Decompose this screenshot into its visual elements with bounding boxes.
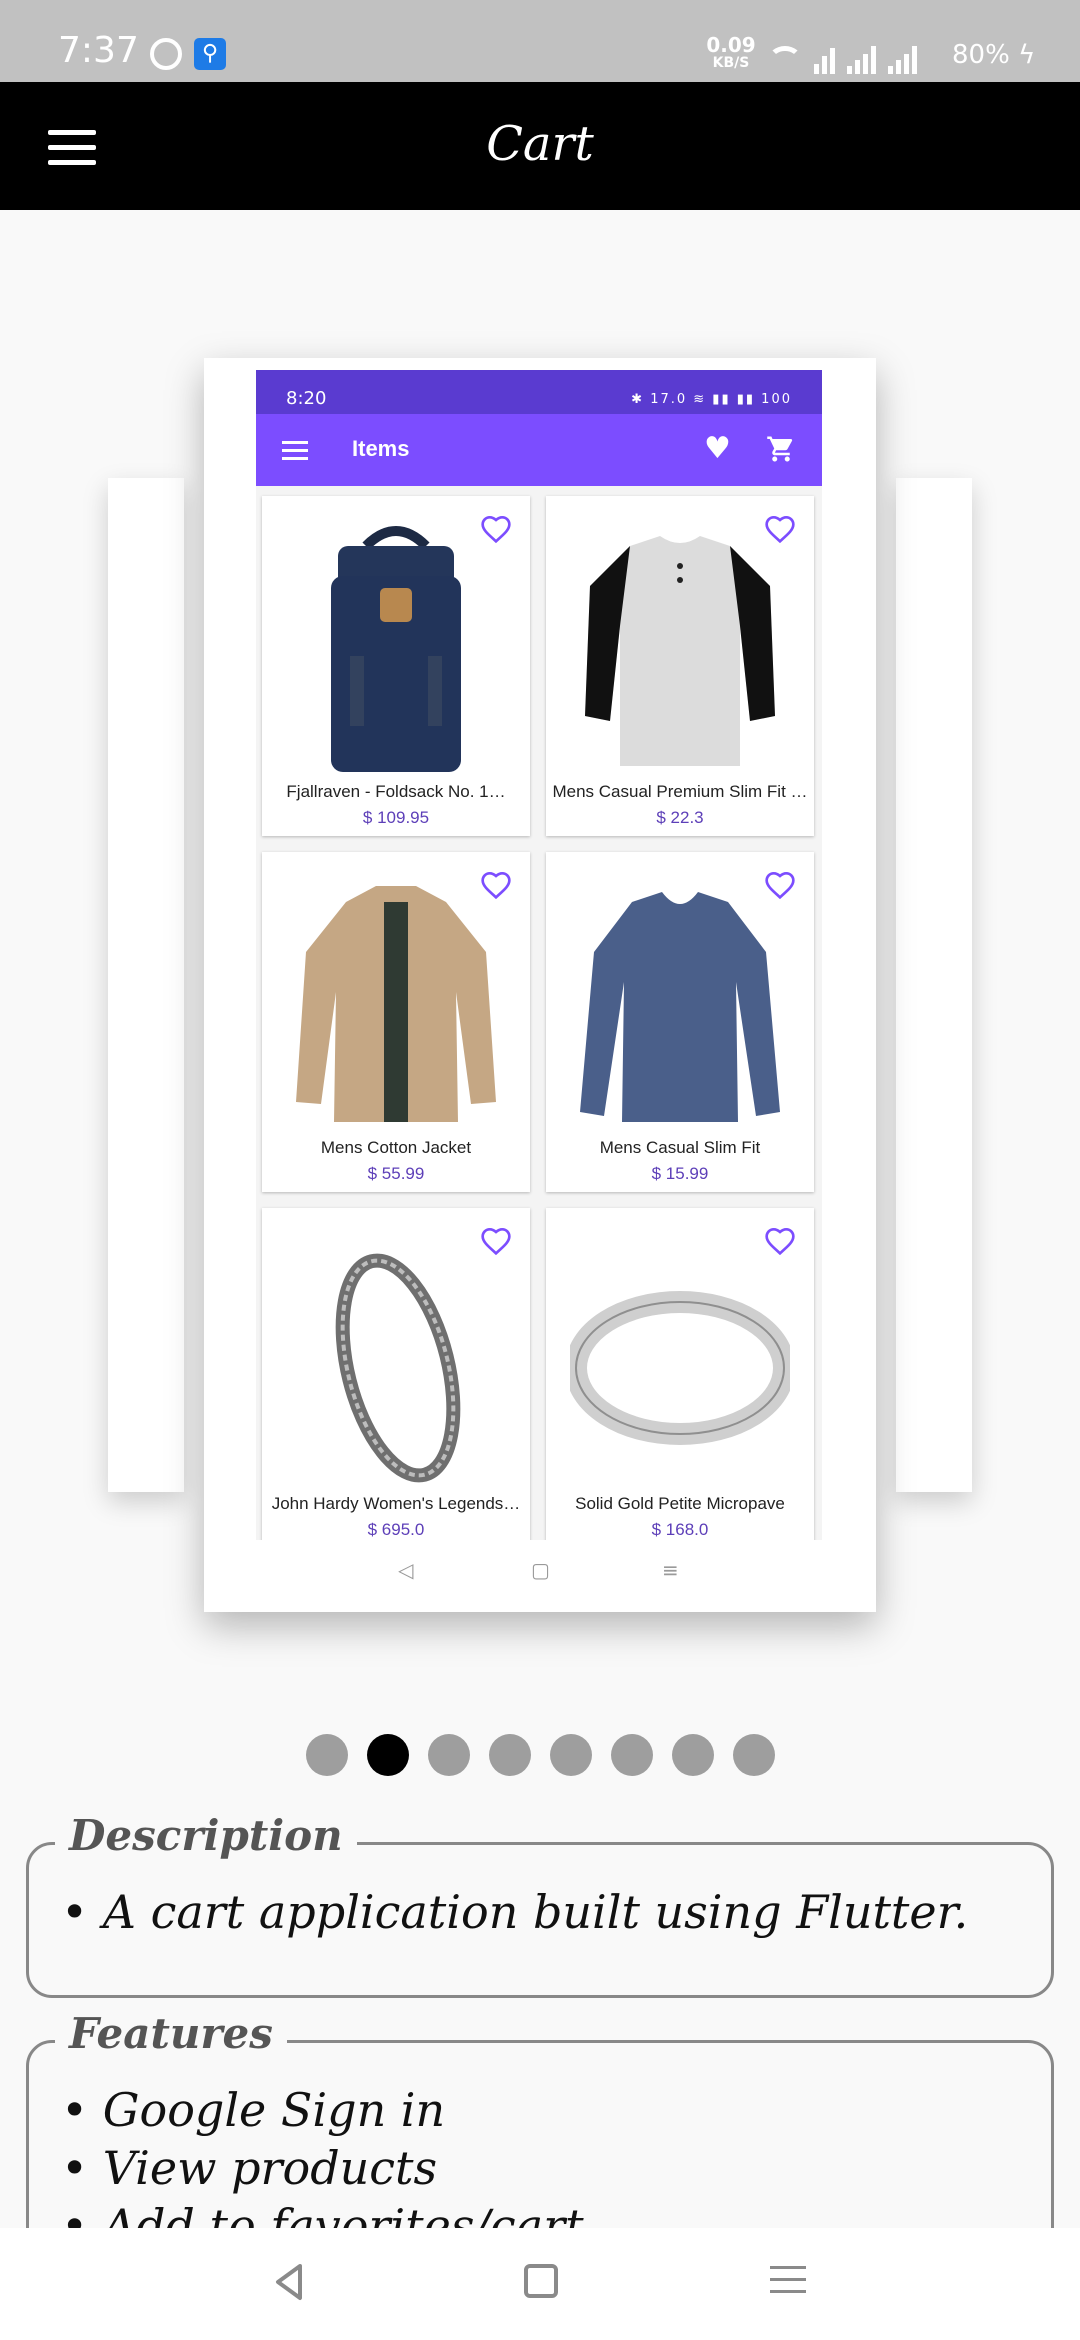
product-price: $ 168.0 xyxy=(651,1520,709,1539)
recents-icon[interactable] xyxy=(770,2266,806,2296)
product-name: Mens Cotton Jacket xyxy=(320,1138,472,1157)
product-name: John Hardy Women's Legends… xyxy=(271,1494,521,1513)
product-card[interactable]: Mens Casual Slim Fit $ 15.99 xyxy=(546,852,814,1192)
screenshot-home-icon: ▢ xyxy=(531,1558,550,1582)
product-name: Mens Casual Slim Fit xyxy=(599,1138,761,1157)
status-time: 7:37 xyxy=(58,30,139,71)
carousel-prev-card[interactable] xyxy=(108,478,184,1492)
screenshot-menu-nav-icon: ≡ xyxy=(662,1558,679,1582)
product-price: $ 22.3 xyxy=(656,808,704,827)
screenshot-status-icons: ✱ 17.0 ≋ ▮▮ ▮▮ 100 xyxy=(631,392,792,407)
product-price: $ 109.95 xyxy=(362,808,430,827)
page-title: Cart xyxy=(486,116,594,172)
carousel-current-card[interactable]: 8:20 ✱ 17.0 ≋ ▮▮ ▮▮ 100 Items ♥ Fjallrav… xyxy=(204,358,876,1612)
feature-line: • Google Sign in xyxy=(61,2083,446,2137)
wifi-icon xyxy=(768,46,802,74)
product-image-ring xyxy=(570,1291,790,1445)
product-card[interactable]: Mens Cotton Jacket $ 55.99 xyxy=(262,852,530,1192)
product-name: Solid Gold Petite Micropave xyxy=(575,1494,785,1513)
volte-icon xyxy=(814,44,835,74)
signal-icon-1 xyxy=(847,44,876,74)
status-icons xyxy=(768,38,948,74)
product-card[interactable]: Fjallraven - Foldsack No. 1… $ 109.95 xyxy=(262,496,530,836)
product-image-backpack xyxy=(331,526,461,772)
carousel-next-card[interactable] xyxy=(896,478,972,1492)
product-image-bracelet xyxy=(335,1253,461,1483)
screenshot-menu-icon xyxy=(282,441,308,461)
network-speed-value: 0.09 xyxy=(706,33,756,57)
status-bar: 7:37 ⚲ 0.09 KB/S 80% ϟ xyxy=(0,0,1080,82)
product-card[interactable]: John Hardy Women's Legends… $ 695.0 xyxy=(262,1208,530,1540)
battery-percent: 80% xyxy=(952,40,1010,70)
screenshot-cart-icon xyxy=(767,436,793,462)
signal-icon-2 xyxy=(888,44,917,74)
description-line: • A cart application built using Flutter… xyxy=(61,1885,969,1939)
screenshot-status-time: 8:20 xyxy=(286,388,327,409)
feature-line: • View products xyxy=(61,2141,438,2195)
app-bar: Cart xyxy=(0,82,1080,210)
product-price: $ 15.99 xyxy=(651,1164,709,1183)
system-nav-bar xyxy=(0,2228,1080,2340)
screenshot-favorites-icon: ♥ xyxy=(704,431,731,466)
music-app-icon xyxy=(150,38,182,70)
network-speed-unit: KB/S xyxy=(712,55,750,71)
product-card[interactable]: Mens Casual Premium Slim Fit … $ 22.3 xyxy=(546,496,814,836)
description-heading: Description xyxy=(55,1811,357,1860)
product-name: Mens Casual Premium Slim Fit … xyxy=(552,782,808,801)
back-icon[interactable] xyxy=(270,2262,310,2302)
product-price: $ 695.0 xyxy=(367,1520,425,1539)
screenshot-back-icon: ◁ xyxy=(398,1558,414,1582)
carousel-dot[interactable] xyxy=(732,1734,775,1776)
description-box: Description • A cart application built u… xyxy=(26,1811,1054,1998)
home-icon[interactable] xyxy=(524,2264,558,2298)
network-speed: 0.09 KB/S xyxy=(706,33,756,72)
product-price: $ 55.99 xyxy=(367,1164,425,1183)
carousel-dot[interactable] xyxy=(610,1734,653,1776)
product-name: Fjallraven - Foldsack No. 1… xyxy=(286,782,506,801)
carousel-dot[interactable] xyxy=(305,1734,348,1776)
features-heading: Features xyxy=(55,2009,287,2058)
product-image-tshirt xyxy=(585,536,775,766)
charging-icon: ϟ xyxy=(1018,40,1036,70)
usb-icon: ⚲ xyxy=(194,38,226,70)
app-screenshot: 8:20 ✱ 17.0 ≋ ▮▮ ▮▮ 100 Items ♥ Fjallrav… xyxy=(256,370,822,1540)
carousel-dot[interactable] xyxy=(549,1734,592,1776)
screenshot-title: Items xyxy=(352,436,410,461)
product-card[interactable]: Solid Gold Petite Micropave $ 168.0 xyxy=(546,1208,814,1540)
carousel-dot[interactable] xyxy=(427,1734,470,1776)
product-image-longsleeve xyxy=(580,892,780,1122)
carousel-dot[interactable] xyxy=(366,1734,409,1776)
battery-level: 80% ϟ xyxy=(952,40,1035,70)
carousel-dot[interactable] xyxy=(671,1734,714,1776)
screenshot-status-bar: 8:20 ✱ 17.0 ≋ ▮▮ ▮▮ 100 xyxy=(256,370,822,414)
product-image-jacket xyxy=(296,886,496,1122)
screenshot-app-bar: Items ♥ xyxy=(256,414,822,486)
carousel-indicator xyxy=(0,1734,1080,1776)
carousel-dot[interactable] xyxy=(488,1734,531,1776)
screenshot-nav-bar: ◁ ▢ ≡ xyxy=(256,1540,822,1600)
